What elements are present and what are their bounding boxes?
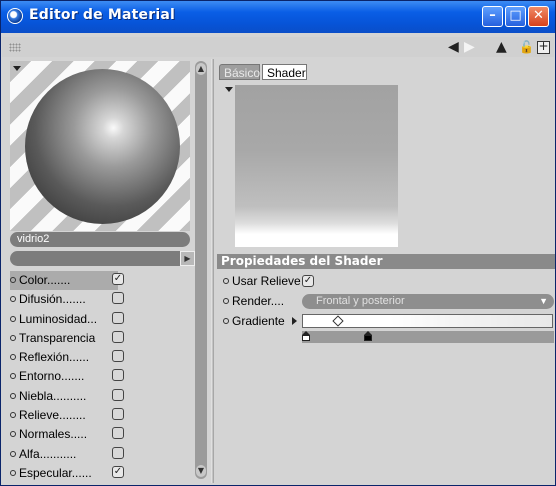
channel-label: Niebla (19, 388, 54, 403)
channel-label: Alfa (19, 446, 40, 461)
render-select-value: Frontal y posterior (316, 295, 405, 307)
gradient-knot-white-icon[interactable] (302, 331, 310, 341)
window-title: Editor de Material (29, 7, 175, 23)
channel-list: Color....... ✓ Difusión....... Luminosid… (10, 271, 195, 483)
channel-item-especular[interactable]: Especular...... ✓ (10, 464, 195, 483)
channel-label: Reflexión (19, 350, 70, 365)
channel-item-luminosidad[interactable]: Luminosidad... (10, 310, 195, 329)
channel-label: Transparencia (19, 330, 96, 345)
preview-menu-arrow-icon[interactable] (13, 66, 21, 71)
gradient-knot-track[interactable] (302, 331, 554, 343)
title-bar[interactable]: Editor de Material – □ ✕ (1, 1, 555, 33)
lock-icon[interactable]: 🔓 (519, 39, 534, 55)
gradient-label: Gradiente (232, 314, 285, 328)
shader-menu-arrow-icon[interactable] (225, 87, 233, 92)
channel-checkbox[interactable]: ✓ (112, 465, 124, 478)
cursor-arrow-icon[interactable]: ▲ (496, 39, 507, 55)
use-relief-row: Usar Relieve (223, 274, 301, 288)
channel-checkbox[interactable]: ✓ (112, 273, 124, 285)
gradient-expand-arrow-icon[interactable] (292, 317, 297, 325)
channel-checkbox[interactable] (112, 446, 124, 459)
channel-item-color[interactable]: Color....... ✓ (10, 271, 124, 291)
material-preview[interactable] (10, 61, 190, 231)
scroll-up-icon[interactable]: ▲ (196, 63, 206, 75)
new-window-icon[interactable]: + (537, 40, 550, 54)
render-select[interactable]: Frontal y posterior ▼ (302, 294, 554, 309)
render-label: Render (232, 294, 271, 308)
close-button[interactable]: ✕ (528, 6, 549, 27)
minimize-button[interactable]: – (482, 6, 503, 27)
grip-handle-icon[interactable] (9, 43, 21, 52)
chevron-down-icon: ▼ (539, 296, 548, 306)
render-row: Render.... (223, 294, 284, 308)
channel-checkbox[interactable] (112, 350, 124, 363)
channel-item-relieve[interactable]: Relieve........ (10, 406, 195, 425)
channel-checkbox[interactable] (112, 311, 124, 324)
app-icon[interactable] (7, 8, 23, 24)
forward-arrow-icon[interactable]: ▶ (464, 39, 475, 55)
channel-item-difusion[interactable]: Difusión....... (10, 290, 195, 309)
tab-shader[interactable]: Shader (262, 64, 307, 80)
channel-item-entorno[interactable]: Entorno....... (10, 367, 195, 386)
channel-label: Color (19, 273, 48, 287)
channel-item-transparencia[interactable]: Transparencia (10, 329, 195, 348)
channel-checkbox[interactable] (112, 388, 124, 401)
scroll-down-icon[interactable]: ▼ (196, 465, 206, 477)
channel-item-reflexion[interactable]: Reflexión...... (10, 348, 195, 367)
material-name-field[interactable]: vidrio2 (10, 232, 190, 247)
channel-label: Especular (19, 465, 72, 480)
texture-arrow-icon[interactable]: ▶ (180, 251, 195, 266)
channel-checkbox[interactable] (112, 330, 124, 343)
channel-checkbox[interactable] (112, 369, 124, 382)
channel-checkbox[interactable] (112, 408, 124, 421)
back-arrow-icon[interactable]: ◀ (448, 39, 459, 55)
toolbar: ◀ ▶ ▲ 🔓 + (2, 37, 554, 57)
left-scrollbar[interactable]: ▲ ▼ (195, 61, 207, 479)
channel-item-alfa[interactable]: Alfa........... (10, 445, 195, 464)
use-relief-checkbox[interactable]: ✓ (302, 275, 314, 287)
gradient-knot-black-icon[interactable] (364, 331, 372, 341)
channel-label: Relieve (19, 408, 60, 423)
tab-basico[interactable]: Básico (219, 64, 260, 80)
use-relief-label: Usar Relieve (232, 274, 301, 288)
shader-preview (235, 85, 398, 247)
shader-properties-header: Propiedades del Shader (217, 254, 555, 269)
channel-checkbox[interactable] (112, 292, 124, 305)
material-editor-window: Editor de Material – □ ✕ ◀ ▶ ▲ 🔓 + ▲ ▼ v… (0, 0, 556, 486)
channel-item-niebla[interactable]: Niebla.......... (10, 387, 195, 406)
maximize-button[interactable]: □ (505, 6, 526, 27)
panel-divider[interactable] (211, 59, 214, 483)
channel-checkbox[interactable] (112, 427, 124, 440)
texture-field[interactable]: ▶ (10, 251, 195, 266)
channel-label: Luminosidad (19, 311, 88, 326)
preview-sphere (25, 69, 180, 224)
gradient-row: Gradiente (223, 314, 285, 328)
channel-item-normales[interactable]: Normales..... (10, 425, 195, 444)
channel-label: Difusión (19, 292, 63, 307)
channel-label: Normales (19, 427, 71, 442)
channel-label: Entorno (19, 369, 62, 384)
